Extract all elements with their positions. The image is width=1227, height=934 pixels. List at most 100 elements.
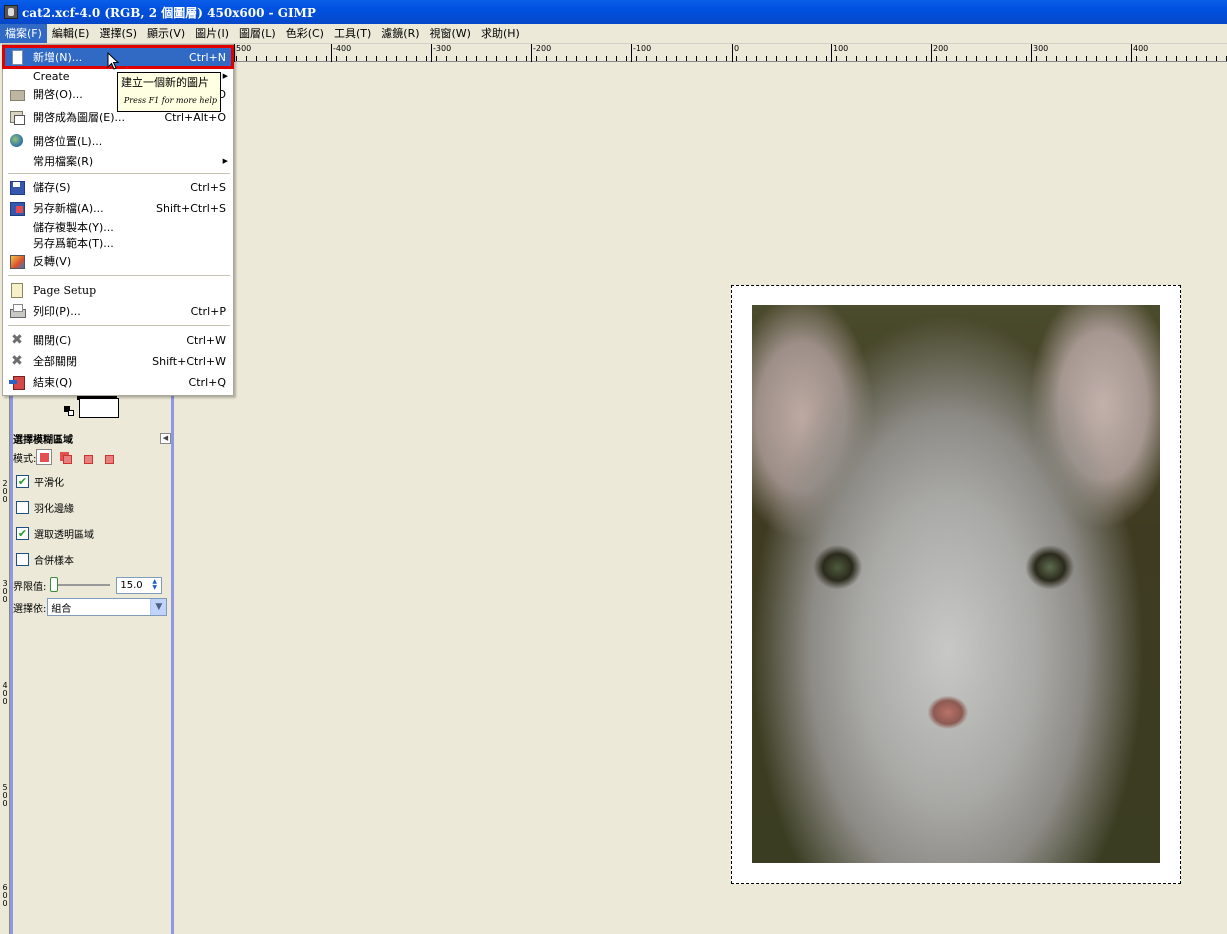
menu-item-shortcut: Shift+Ctrl+W [152, 354, 226, 368]
menu-item-shortcut: Ctrl+Q [188, 375, 226, 389]
hruler-tick: 0 [732, 44, 739, 62]
feather-label: 羽化邊緣 [34, 503, 74, 515]
close-all-icon: ✖ [11, 353, 23, 369]
mode-intersect-button[interactable] [99, 449, 115, 465]
mouse-cursor-icon [107, 52, 119, 70]
tooltip-hint: Press F1 for more help [123, 96, 217, 105]
menu-item-label: 常用檔案(R) [33, 155, 94, 168]
antialias-checkbox[interactable]: ✔ [16, 474, 29, 488]
select-transparent-label: 選取透明區域 [34, 529, 94, 541]
feather-row: 羽化邊緣 [13, 494, 171, 520]
threshold-row: 界限值: 15.0 ▲ ▼ [13, 574, 171, 596]
menu-file[interactable]: 檔案(F) [0, 24, 47, 43]
submenu-arrow-icon: ▶ [222, 72, 228, 80]
menu-item-shortcut: Ctrl+W [186, 333, 226, 347]
menu-bar: 檔案(F) 編輯(E) 選擇(S) 顯示(V) 圖片(I) 圖層(L) 色彩(C… [0, 24, 1227, 44]
menu-select[interactable]: 選擇(S) [94, 24, 142, 43]
menu-item-label: 列印(P)... [33, 305, 81, 318]
gimp-window: cat2.xcf-4.0 (RGB, 2 個圖層) 450x600 - GIMP… [0, 0, 1227, 934]
hruler-tick: 500 [234, 44, 251, 62]
threshold-slider[interactable] [50, 577, 111, 592]
hruler-tick: 400 [1131, 44, 1148, 62]
globe-icon [9, 133, 25, 149]
menu-item-revert[interactable]: 反轉(V) [4, 251, 232, 271]
collapse-arrow-icon[interactable]: ◀ [160, 432, 171, 444]
select-by-label: 選擇依: [13, 603, 47, 615]
chevron-down-icon[interactable]: ▼ [150, 599, 167, 615]
select-by-value: 組合 [51, 603, 72, 615]
title-bar[interactable]: cat2.xcf-4.0 (RGB, 2 個圖層) 450x600 - GIMP [0, 0, 1227, 24]
hruler-tick: 200 [931, 44, 948, 62]
new-image-tooltip: 建立一個新的圖片 Press F1 for more help [117, 72, 221, 112]
menu-image[interactable]: 圖片(I) [190, 24, 234, 43]
select-transparent-row: ✔ 選取透明區域 [13, 520, 171, 546]
menu-tools[interactable]: 工具(T) [329, 24, 376, 43]
cat-photo-layer[interactable] [752, 305, 1160, 863]
menu-item-shortcut: Ctrl+P [190, 304, 226, 318]
submenu-arrow-icon: ▶ [222, 157, 228, 165]
sample-merged-row: 合併樣本 [13, 546, 171, 572]
antialias-row: ✔ 平滑化 [13, 468, 171, 494]
horizontal-ruler[interactable]: 500 -400 -300 -200 -100 0 100 200 300 40… [176, 44, 1227, 62]
menu-item-print[interactable]: 列印(P)... Ctrl+P [4, 301, 232, 321]
print-icon [9, 303, 26, 319]
menu-item-label: Page Setup [33, 283, 97, 297]
spin-arrows-icon[interactable]: ▲ ▼ [152, 578, 160, 592]
menu-edit[interactable]: 編輯(E) [47, 24, 95, 43]
menu-item-label: 另存新檔(A)... [33, 202, 104, 215]
vruler-tick: 4 0 0 [2, 681, 8, 706]
menu-item-label: 結束(Q) [33, 376, 73, 389]
menu-view[interactable]: 顯示(V) [142, 24, 190, 43]
menu-separator [8, 275, 230, 276]
menu-item-close[interactable]: ✖ 關閉(C) Ctrl+W [4, 330, 232, 350]
hruler-tick: -200 [531, 44, 551, 62]
threshold-slider-handle[interactable] [50, 577, 59, 592]
hruler-tick: -100 [631, 44, 651, 62]
menu-item-open-location[interactable]: 開啓位置(L)... [4, 131, 232, 151]
background-color[interactable] [79, 398, 119, 418]
save-as-icon [9, 200, 25, 216]
fg-bg-color-widget[interactable] [63, 394, 123, 419]
mode-replace-button[interactable] [36, 449, 53, 465]
sample-merged-checkbox[interactable] [16, 552, 29, 566]
hruler-tick: -300 [431, 44, 451, 62]
open-as-layer-icon [9, 109, 25, 125]
feather-checkbox[interactable] [16, 500, 29, 514]
menu-layer[interactable]: 圖層(L) [234, 24, 281, 43]
select-by-dropdown[interactable]: 組合 ▼ [47, 598, 168, 616]
menu-colors[interactable]: 色彩(C) [281, 24, 329, 43]
save-icon [9, 179, 25, 195]
open-folder-icon [9, 86, 25, 102]
window-title: cat2.xcf-4.0 (RGB, 2 個圖層) 450x600 - GIMP [22, 5, 316, 20]
page-setup-icon [9, 282, 25, 298]
menu-item-label: 另存爲範本(T)... [33, 237, 114, 250]
tool-options-header: 選擇模糊區域 ◀ [13, 430, 171, 446]
menu-filters[interactable]: 濾鏡(R) [376, 24, 424, 43]
gimp-app-icon [4, 5, 18, 19]
vruler-tick: 3 0 0 [2, 579, 8, 604]
menu-windows[interactable]: 視窗(W) [425, 24, 476, 43]
menu-item-shortcut: Ctrl+Alt+O [164, 110, 226, 124]
menu-item-save[interactable]: 儲存(S) Ctrl+S [4, 177, 232, 197]
threshold-value: 15.0 [120, 579, 143, 591]
menu-item-save-as[interactable]: 另存新檔(A)... Shift+Ctrl+S [4, 198, 232, 218]
menu-item-recent[interactable]: 常用檔案(R) ▶ [4, 151, 232, 171]
menu-item-page-setup[interactable]: Page Setup [4, 280, 232, 300]
tool-options-panel: 選擇模糊區域 ◀ 模式: ✔ 平滑化 羽化邊緣 ✔ 選取透明區域 合併樣本 界限… [13, 430, 171, 618]
menu-item-save-template[interactable]: 另存爲範本(T)... [4, 233, 232, 253]
select-transparent-checkbox[interactable]: ✔ [16, 526, 29, 540]
tool-options-title: 選擇模糊區域 [13, 434, 73, 446]
mode-add-button[interactable] [57, 449, 73, 465]
select-by-row: 選擇依: 組合 ▼ [13, 596, 171, 618]
new-document-icon [9, 49, 25, 65]
menu-item-shortcut: Ctrl+N [188, 50, 226, 64]
threshold-label: 界限值: [13, 581, 47, 593]
threshold-spinbox[interactable]: 15.0 ▲ ▼ [116, 576, 163, 594]
menu-help[interactable]: 求助(H) [476, 24, 525, 43]
menu-item-quit[interactable]: 結束(Q) Ctrl+Q [4, 372, 232, 392]
close-icon: ✖ [11, 332, 23, 348]
menu-item-label: 全部關閉 [33, 355, 77, 368]
tooltip-text: 建立一個新的圖片 [121, 76, 209, 89]
menu-item-close-all[interactable]: ✖ 全部關閉 Shift+Ctrl+W [4, 351, 232, 371]
mode-subtract-button[interactable] [78, 449, 94, 465]
